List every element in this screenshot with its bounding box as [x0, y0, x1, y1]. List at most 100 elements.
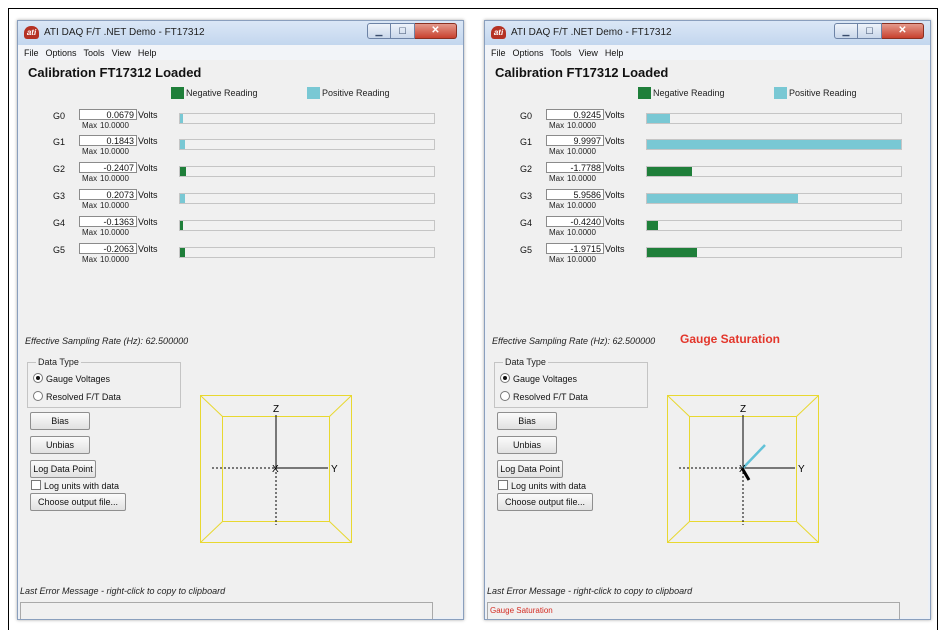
gauge-label: G4 — [520, 218, 533, 228]
gauge-bar-fill — [180, 167, 187, 176]
error-message-box[interactable] — [20, 602, 433, 619]
calibration-title: Calibration FT17312 Loaded — [495, 65, 669, 80]
log-data-point-button[interactable]: Log Data Point — [30, 460, 96, 478]
gauge-max-value: 10.0000 — [567, 201, 596, 210]
gauge-label: G5 — [520, 245, 533, 255]
close-icon[interactable]: ✕ — [415, 23, 457, 39]
gauge-row-g3: G3 0.2073 Volts Max 10.0000 — [20, 188, 461, 214]
unbias-button[interactable]: Unbias — [497, 436, 557, 454]
force-vector-plot: Z Y X — [200, 395, 352, 543]
gauge-bar-fill — [180, 140, 185, 149]
bias-button[interactable]: Bias — [497, 412, 557, 430]
gauge-bar-fill — [180, 194, 186, 203]
gauge-label: G4 — [53, 218, 66, 228]
gauge-value-field: 9.9997 — [546, 135, 604, 146]
gauge-bar-track — [179, 193, 435, 204]
menu-tools[interactable]: Tools — [551, 48, 572, 58]
menu-options[interactable]: Options — [46, 48, 77, 58]
positive-legend-swatch — [307, 87, 320, 99]
ati-logo-icon: ati — [491, 26, 506, 39]
data-type-title: Data Type — [36, 357, 81, 367]
gauge-max-label: Max — [549, 147, 565, 156]
gauge-value-field: 0.0679 — [79, 109, 137, 120]
calibration-title: Calibration FT17312 Loaded — [28, 65, 202, 80]
gauge-unit: Volts — [605, 136, 625, 146]
gauge-value-field: -0.1363 — [79, 216, 137, 227]
bias-button[interactable]: Bias — [30, 412, 90, 430]
menu-help[interactable]: Help — [138, 48, 157, 58]
error-message-box[interactable]: Gauge Saturation — [487, 602, 900, 619]
minimize-icon[interactable]: ▁ — [367, 23, 391, 39]
gauge-label: G1 — [53, 137, 66, 147]
menu-help[interactable]: Help — [605, 48, 624, 58]
error-message-label: Last Error Message - right-click to copy… — [20, 586, 226, 596]
radio-unchecked-icon[interactable] — [500, 391, 510, 401]
y-axis-label: Y — [798, 464, 805, 475]
gauge-bar-track — [179, 247, 435, 258]
radio-checked-icon[interactable] — [500, 373, 510, 383]
negative-legend-label: Negative Reading — [653, 88, 725, 98]
radio-label: Gauge Voltages — [46, 374, 111, 384]
log-units-checkbox-row[interactable]: Log units with data — [31, 480, 119, 491]
gauge-bar-track — [646, 113, 902, 124]
gauge-bar-fill — [180, 221, 184, 230]
close-icon[interactable]: ✕ — [882, 23, 924, 39]
log-data-point-button[interactable]: Log Data Point — [497, 460, 563, 478]
menu-file[interactable]: File — [491, 48, 506, 58]
radio-resolved-ft-data[interactable]: Resolved F/T Data — [500, 391, 588, 402]
gauge-value-field: -0.2407 — [79, 162, 137, 173]
gauge-max-label: Max — [82, 121, 98, 130]
radio-gauge-voltages[interactable]: Gauge Voltages — [500, 373, 577, 384]
gauge-label: G3 — [53, 191, 66, 201]
gauge-value-field: -1.9715 — [546, 243, 604, 254]
radio-unchecked-icon[interactable] — [33, 391, 43, 401]
menu-file[interactable]: File — [24, 48, 39, 58]
gauge-unit: Volts — [138, 163, 158, 173]
negative-legend-swatch — [171, 87, 184, 99]
gauge-max-label: Max — [549, 121, 565, 130]
gauge-bar-fill — [647, 140, 901, 149]
gauge-max-value: 10.0000 — [100, 174, 129, 183]
radio-gauge-voltages[interactable]: Gauge Voltages — [33, 373, 110, 384]
radio-checked-icon[interactable] — [33, 373, 43, 383]
menu-bar: File Options Tools View Help — [485, 45, 930, 60]
menu-bar: File Options Tools View Help — [18, 45, 463, 60]
gauge-bar-fill — [647, 167, 693, 176]
gauge-label: G0 — [53, 111, 66, 121]
menu-tools[interactable]: Tools — [84, 48, 105, 58]
log-units-checkbox[interactable] — [31, 480, 41, 490]
gauge-label: G2 — [53, 164, 66, 174]
menu-view[interactable]: View — [112, 48, 131, 58]
radio-resolved-ft-data[interactable]: Resolved F/T Data — [33, 391, 121, 402]
data-type-title: Data Type — [503, 357, 548, 367]
gauge-unit: Volts — [605, 244, 625, 254]
choose-output-file-button[interactable]: Choose output file... — [497, 493, 593, 511]
gauge-label: G3 — [520, 191, 533, 201]
log-units-checkbox[interactable] — [498, 480, 508, 490]
gauge-row-g4: G4 -0.1363 Volts Max 10.0000 — [20, 215, 461, 241]
ati-logo-icon: ati — [24, 26, 39, 39]
gauge-row-g1: G1 0.1843 Volts Max 10.0000 — [20, 134, 461, 160]
gauge-bar-track — [646, 193, 902, 204]
radio-label: Resolved F/T Data — [46, 392, 121, 402]
menu-view[interactable]: View — [579, 48, 598, 58]
gauge-unit: Volts — [138, 244, 158, 254]
title-bar[interactable]: ati ATI DAQ F/T .NET Demo - FT17312 ▁ ☐ … — [485, 21, 930, 46]
app-window-left: ati ATI DAQ F/T .NET Demo - FT17312 ▁ ☐ … — [17, 20, 464, 620]
gauge-row-g2: G2 -1.7788 Volts Max 10.0000 — [487, 161, 928, 187]
client-area: Calibration FT17312 Loaded Negative Read… — [487, 60, 928, 619]
title-bar[interactable]: ati ATI DAQ F/T .NET Demo - FT17312 ▁ ☐ … — [18, 21, 463, 46]
menu-options[interactable]: Options — [513, 48, 544, 58]
gauge-label: G2 — [520, 164, 533, 174]
gauge-unit: Volts — [138, 217, 158, 227]
minimize-icon[interactable]: ▁ — [834, 23, 858, 39]
radio-label: Resolved F/T Data — [513, 392, 588, 402]
maximize-icon[interactable]: ☐ — [858, 23, 882, 39]
maximize-icon[interactable]: ☐ — [391, 23, 415, 39]
choose-output-file-button[interactable]: Choose output file... — [30, 493, 126, 511]
positive-legend-label: Positive Reading — [789, 88, 857, 98]
gauge-row-g5: G5 -1.9715 Volts Max 10.0000 — [487, 242, 928, 268]
log-units-checkbox-row[interactable]: Log units with data — [498, 480, 586, 491]
gauge-max-label: Max — [82, 255, 98, 264]
unbias-button[interactable]: Unbias — [30, 436, 90, 454]
